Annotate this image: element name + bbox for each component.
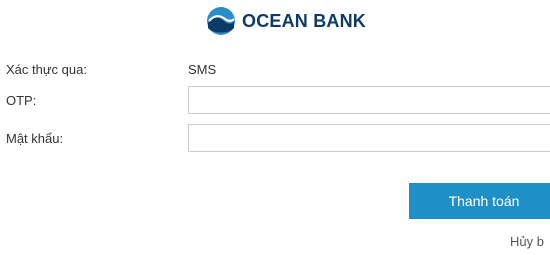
ocean-wave-logo-icon [207,7,235,35]
payment-auth-page: OCEAN BANK Xác thực qua: SMS OTP: Mật kh… [0,0,550,255]
password-input[interactable] [188,124,550,152]
otp-input[interactable] [188,86,550,114]
auth-method-value: SMS [188,62,217,77]
password-label: Mật khẩu: [6,131,64,146]
cancel-link[interactable]: Hủy b [510,234,544,249]
pay-button[interactable]: Thanh toán [409,183,550,219]
bank-name: OCEAN BANK [242,10,367,31]
bank-brand: OCEAN BANK [206,5,366,37]
auth-method-label: Xác thực qua: [6,62,87,77]
otp-label: OTP: [6,93,37,108]
